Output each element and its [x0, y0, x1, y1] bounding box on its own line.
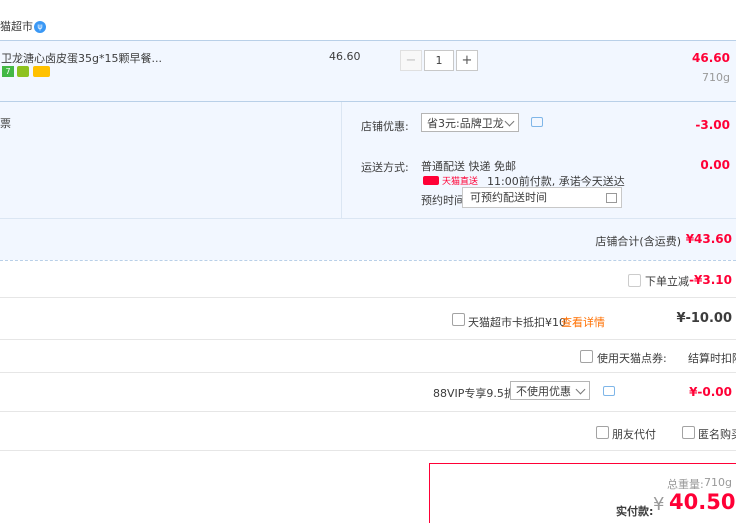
total-weight: 710g	[704, 476, 732, 489]
card-deduct-checkbox[interactable]	[452, 313, 465, 326]
currency-symbol: ¥	[653, 494, 665, 515]
invoice-label[interactable]: 票	[0, 115, 11, 131]
instant-discount-amount: -¥3.10	[689, 273, 732, 287]
divider	[0, 339, 736, 340]
chevron-down-icon	[504, 116, 515, 127]
card-payment-icon	[33, 66, 50, 77]
reserve-time-input[interactable]: 可预约配送时间	[462, 187, 622, 208]
points-note: 结算时扣除	[688, 352, 736, 365]
friend-pay-label: 朋友代付	[612, 428, 656, 441]
divider	[0, 372, 736, 373]
divider	[0, 297, 736, 298]
shop-total-amount: ¥43.60	[685, 232, 732, 246]
pay-label: 实付款:	[616, 505, 654, 518]
calendar-icon[interactable]	[606, 193, 617, 203]
guarantee-icon	[17, 66, 29, 77]
tmall-express-icon	[423, 176, 439, 185]
tmall-express-tag: 天猫直送	[442, 177, 479, 187]
points-label: 使用天猫点券:	[597, 352, 667, 365]
shipping-label: 运送方式:	[361, 161, 409, 174]
card-deduct-details-link[interactable]: 查看详情	[561, 314, 605, 330]
item-title[interactable]: 卫龙溏心卤皮蛋35g*15颗早餐...	[1, 50, 162, 66]
shipping-method: 普通配送 快递 免邮	[421, 160, 516, 173]
quantity-minus-button[interactable]: −	[400, 50, 422, 71]
shop-discount-select[interactable]: 省3元:品牌卫龙	[421, 113, 519, 132]
shop-name-label: 猫超市	[0, 20, 33, 33]
vip-label: 88VIP专享9.5折	[433, 387, 515, 400]
item-weight: 710g	[702, 71, 730, 84]
shop-discount-label: 店铺优惠:	[361, 120, 409, 133]
friend-pay-checkbox[interactable]	[596, 426, 609, 439]
shop-discount-amount: -3.00	[695, 118, 730, 132]
reserve-time-placeholder: 可预约配送时间	[470, 191, 547, 204]
card-deduct-amount: ¥-10.00	[676, 311, 732, 326]
shop-name[interactable]: 猫超市	[0, 18, 33, 34]
chevron-down-icon	[575, 384, 586, 395]
pay-amount: 40.50	[669, 490, 736, 514]
quantity-input[interactable]: 1	[424, 50, 454, 71]
seven-day-return-icon: 7	[2, 66, 14, 77]
dashed-divider	[0, 260, 736, 261]
points-checkbox[interactable]	[580, 350, 593, 363]
anonymous-label: 匿名购买	[698, 428, 736, 441]
reserve-time-label: 预约时间	[421, 194, 465, 207]
vip-select-value: 不使用优惠	[516, 385, 571, 398]
anonymous-checkbox[interactable]	[682, 426, 695, 439]
comment-icon[interactable]	[603, 386, 615, 396]
divider	[0, 411, 736, 412]
card-deduct-label: 天猫超市卡抵扣¥10	[468, 316, 566, 329]
instant-discount-checkbox[interactable]	[628, 274, 641, 287]
vip-select[interactable]: 不使用优惠	[510, 381, 590, 400]
item-total: 46.60	[692, 51, 730, 65]
quantity-plus-button[interactable]: +	[456, 50, 478, 71]
instant-discount-label: 下单立减	[645, 275, 689, 288]
shop-discount-value: 省3元:品牌卫龙	[427, 117, 504, 130]
shop-service-icon[interactable]: ψ	[34, 21, 46, 33]
vip-amount: ¥-0.00	[689, 385, 732, 399]
shipping-amount: 0.00	[700, 158, 730, 172]
divider	[0, 450, 736, 451]
unit-price: 46.60	[329, 50, 361, 63]
comment-icon[interactable]	[531, 117, 543, 127]
shop-total-label: 店铺合计(含运费)	[595, 235, 681, 248]
